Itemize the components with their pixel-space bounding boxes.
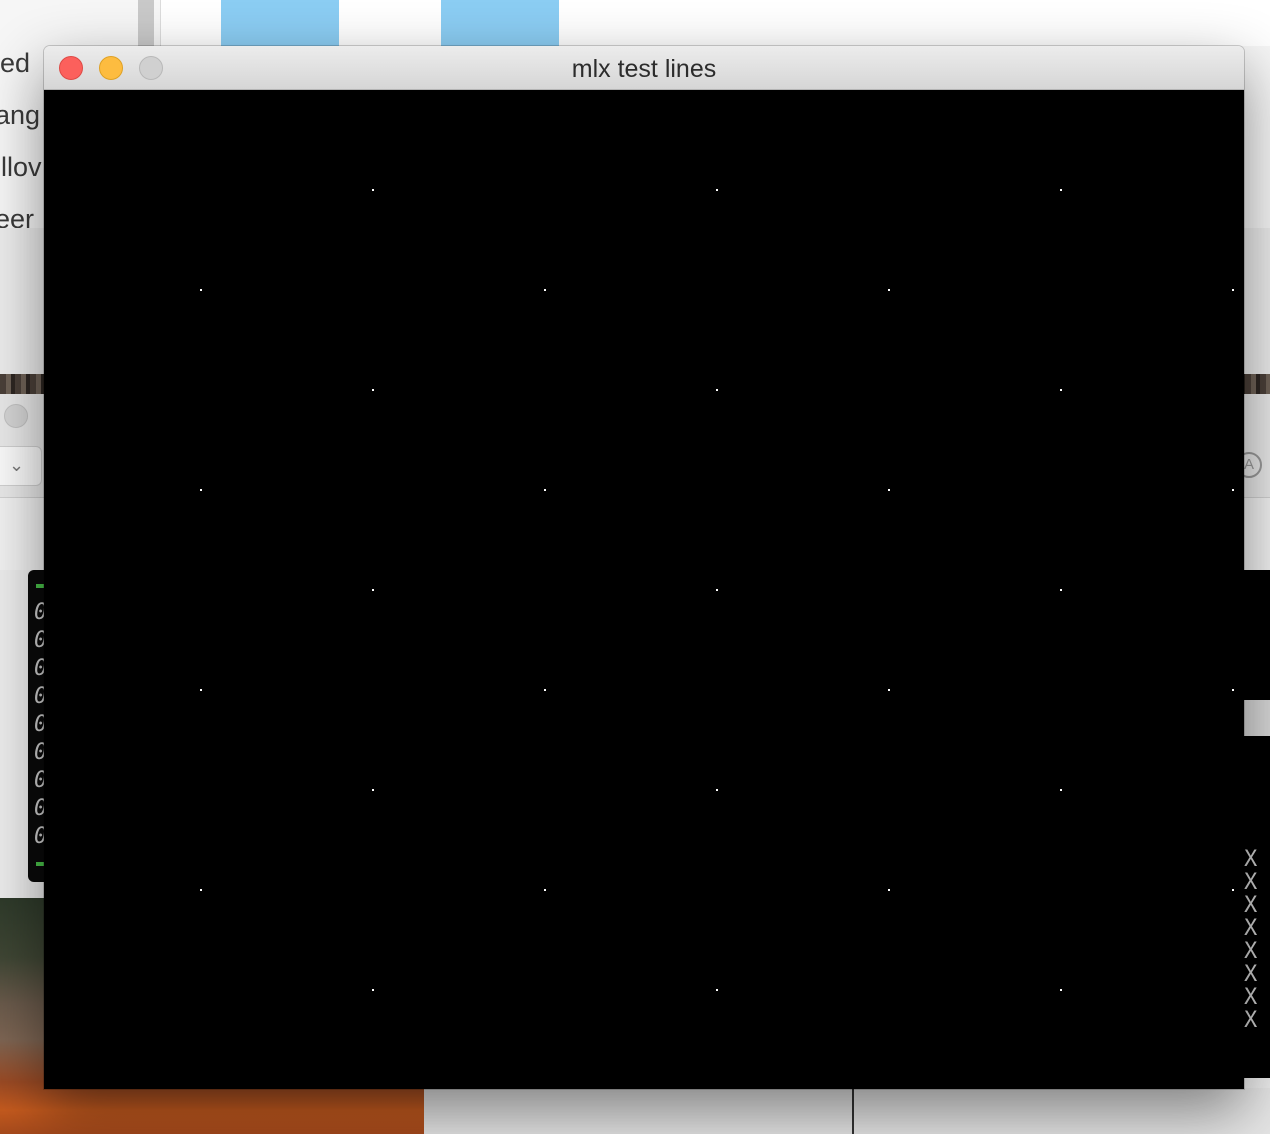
grid-dot	[1060, 989, 1062, 991]
grid-dot	[1232, 689, 1234, 691]
grid-dot	[716, 589, 718, 591]
mlx-window[interactable]: mlx test lines	[44, 46, 1244, 1089]
background-right-terminal	[1244, 570, 1270, 700]
drawing-canvas[interactable]	[44, 90, 1244, 1089]
grid-dot	[716, 189, 718, 191]
grid-dot	[200, 289, 202, 291]
grid-dot	[888, 689, 890, 691]
background-pattern-glyph: X	[1244, 962, 1258, 987]
grid-dot	[372, 989, 374, 991]
background-view-dropdown: ⌄	[0, 446, 42, 486]
grid-dot	[372, 589, 374, 591]
grid-dot	[544, 289, 546, 291]
grid-dot	[200, 889, 202, 891]
background-window-button	[4, 404, 28, 428]
zoom-button[interactable]	[139, 56, 163, 80]
background-blue-tab	[441, 0, 559, 46]
background-terminal-cursor	[36, 584, 44, 588]
grid-dot	[888, 289, 890, 291]
background-pattern-glyph: X	[1244, 939, 1258, 964]
grid-dot	[1060, 589, 1062, 591]
background-blue-tab	[221, 0, 339, 46]
grid-dot	[372, 789, 374, 791]
background-divider	[852, 1088, 854, 1134]
minimize-button[interactable]	[99, 56, 123, 80]
background-pattern-glyph: X	[1244, 847, 1258, 872]
background-scrollbar	[138, 0, 154, 46]
grid-dot	[1060, 189, 1062, 191]
background-pattern-glyph: X	[1244, 893, 1258, 918]
grid-dot	[1060, 789, 1062, 791]
grid-dot	[200, 689, 202, 691]
background-pattern-glyph: X	[1244, 870, 1258, 895]
grid-dot	[1060, 389, 1062, 391]
grid-dot	[716, 989, 718, 991]
background-color-label: ellov	[0, 152, 42, 182]
grid-dot	[888, 889, 890, 891]
background-color-label: rang	[0, 100, 41, 130]
grid-dot	[372, 189, 374, 191]
grid-dot	[372, 389, 374, 391]
background-right-panel	[1244, 700, 1270, 736]
background-pattern-glyph: X	[1244, 985, 1258, 1010]
grid-dot	[200, 489, 202, 491]
grid-dot	[544, 489, 546, 491]
background-right-pattern: X X X X X X X X	[1244, 736, 1270, 1078]
window-titlebar[interactable]: mlx test lines	[44, 46, 1244, 90]
grid-dot	[716, 389, 718, 391]
background-bottom-window	[424, 1088, 1270, 1134]
background-color-label: ed	[0, 48, 31, 78]
grid-dot	[1232, 889, 1234, 891]
grid-dot	[888, 489, 890, 491]
background-pattern-glyph: X	[1244, 1008, 1258, 1033]
background-terminal-cursor	[36, 862, 44, 866]
grid-dot	[1232, 489, 1234, 491]
grid-dot	[1232, 289, 1234, 291]
background-pattern-glyph: X	[1244, 916, 1258, 941]
grid-dot	[544, 889, 546, 891]
grid-dot	[716, 789, 718, 791]
window-title: mlx test lines	[571, 55, 717, 83]
close-button[interactable]	[59, 56, 83, 80]
grid-dot	[544, 689, 546, 691]
